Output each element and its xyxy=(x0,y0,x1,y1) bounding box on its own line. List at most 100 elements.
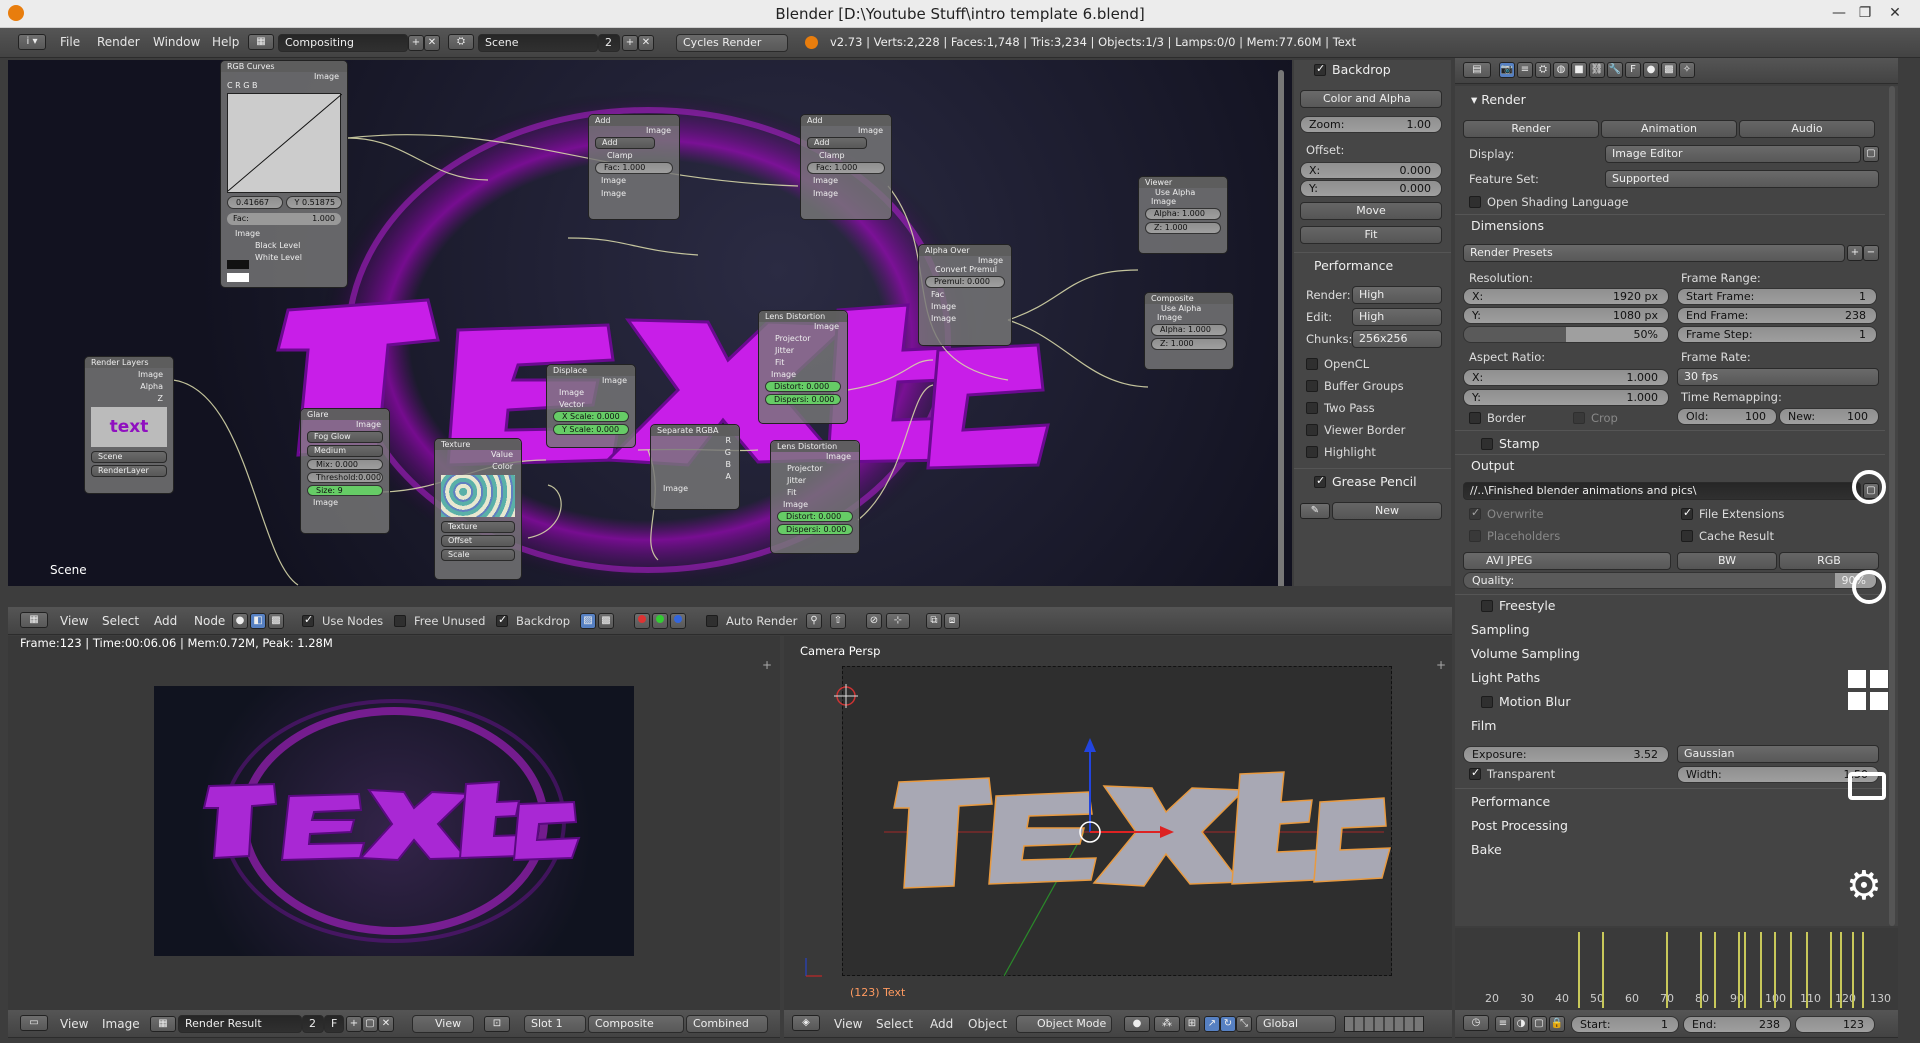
tab-scene-icon[interactable]: ⛭ xyxy=(1535,62,1551,78)
backdrop-channel-select[interactable]: Color and Alpha xyxy=(1300,90,1442,108)
viewport-menu-add[interactable]: Add xyxy=(930,1017,953,1031)
unlink-image-button[interactable]: ✕ xyxy=(378,1016,394,1032)
viewer-border-checkbox[interactable] xyxy=(1306,424,1318,436)
use-alpha-checkbox[interactable]: Use Alpha xyxy=(1145,304,1233,313)
tab-object-icon[interactable]: ■ xyxy=(1571,62,1587,78)
timeline-marker-icon[interactable]: ◑ xyxy=(1513,1016,1529,1032)
viewport-menu-view[interactable]: View xyxy=(834,1017,862,1031)
render-button[interactable]: Render xyxy=(1463,120,1599,138)
exposure-field[interactable]: Exposure: 3.52 xyxy=(1463,746,1669,763)
animation-button[interactable]: Animation xyxy=(1601,120,1737,138)
object-mode-select[interactable]: Object Mode xyxy=(1016,1015,1112,1033)
texture-select[interactable]: Texture xyxy=(441,521,515,533)
res-x-field[interactable]: X: 1920 px xyxy=(1463,288,1669,305)
post-processing-header[interactable]: Post Processing xyxy=(1471,818,1568,833)
shader-nodes-icon[interactable]: ● xyxy=(232,613,248,629)
stamp-header[interactable]: Stamp xyxy=(1499,436,1540,451)
timeline-end-field[interactable]: End: 238 xyxy=(1683,1016,1791,1033)
curve-graph[interactable] xyxy=(227,93,343,193)
settings-gear-icon[interactable]: ⚙ xyxy=(1846,866,1882,906)
backdrop-color-icon[interactable]: ▨ xyxy=(580,613,596,629)
node-lens-distortion-1[interactable]: Lens Distortion Image Projector Jitter F… xyxy=(758,310,848,424)
viewport-menu-object[interactable]: Object xyxy=(968,1017,1007,1031)
tab-layers-icon[interactable]: ≡ xyxy=(1517,62,1533,78)
output-path-field[interactable]: //..\Finished blender animations and pic… xyxy=(1463,482,1861,500)
tab-render-icon[interactable]: 📷 xyxy=(1499,62,1515,78)
editor-type-icon[interactable]: ▦ xyxy=(20,612,48,628)
remap-new-field[interactable]: New: 100 xyxy=(1779,408,1879,425)
add-scene-button[interactable]: + xyxy=(622,35,638,51)
rotate-icon[interactable]: ↻ xyxy=(1220,1016,1236,1032)
close-button[interactable]: ✕ xyxy=(1882,4,1908,22)
menu-render[interactable]: Render xyxy=(97,35,140,49)
channel-red-icon[interactable] xyxy=(634,613,650,629)
tab-data-icon[interactable]: F xyxy=(1625,62,1641,78)
transform-orientation-select[interactable]: Global xyxy=(1256,1015,1336,1033)
projector-checkbox[interactable]: Projector xyxy=(759,334,847,343)
scale-socket[interactable]: Scale xyxy=(441,549,515,561)
feature-set-select[interactable]: Supported xyxy=(1605,170,1879,188)
menu-window[interactable]: Window xyxy=(153,35,200,49)
tab-world-icon[interactable]: ◍ xyxy=(1553,62,1569,78)
compositing-nodes-icon[interactable]: ◧ xyxy=(250,613,266,629)
channel-green-icon[interactable] xyxy=(652,613,668,629)
clamp-checkbox[interactable]: Clamp xyxy=(801,151,891,160)
node-lens-distortion-2[interactable]: Lens Distortion Image Projector Jitter F… xyxy=(770,440,860,554)
image-view-select[interactable]: View xyxy=(412,1015,474,1033)
frame-rate-select[interactable]: 30 fps xyxy=(1677,368,1879,386)
perf-edit-select[interactable]: High xyxy=(1352,308,1442,326)
blend-mode-select[interactable]: Add xyxy=(595,137,655,149)
aspect-y-field[interactable]: Y: 1.000 xyxy=(1463,389,1669,406)
backdrop-alpha-icon[interactable]: ▩ xyxy=(598,613,614,629)
fac-field[interactable]: Fac: 1.000 xyxy=(595,162,673,174)
jitter-checkbox[interactable]: Jitter xyxy=(759,346,847,355)
film-header[interactable]: Film xyxy=(1471,718,1496,733)
node-glare[interactable]: Glare Image Fog Glow Medium Mix: 0.000 T… xyxy=(300,408,390,534)
image-menu-image[interactable]: Image xyxy=(102,1017,140,1031)
copy-nodes-icon[interactable]: ⧉ xyxy=(926,613,942,629)
offset-socket[interactable]: Offset xyxy=(441,535,515,547)
fit-checkbox[interactable]: Fit xyxy=(771,488,859,497)
blend-mode-select[interactable]: Add xyxy=(807,137,867,149)
image-browse-icon[interactable]: ▦ xyxy=(150,1016,176,1032)
tab-modifiers-icon[interactable]: 🔧 xyxy=(1607,62,1623,78)
backdrop-checkbox[interactable] xyxy=(496,613,508,627)
render-pass-select[interactable]: Combined xyxy=(686,1015,768,1033)
file-format-select[interactable]: AVI JPEG xyxy=(1463,552,1671,570)
distort-field[interactable]: Distort: 0.000 xyxy=(777,511,853,522)
channel-blue-icon[interactable] xyxy=(670,613,686,629)
devices-icon[interactable] xyxy=(1848,772,1886,800)
stamp-checkbox[interactable] xyxy=(1481,438,1493,450)
light-paths-header[interactable]: Light Paths xyxy=(1471,670,1540,685)
parent-icon[interactable]: ⇧ xyxy=(830,613,846,629)
fit-button[interactable]: Fit xyxy=(1300,226,1442,244)
move-button[interactable]: Move xyxy=(1300,202,1442,220)
manipulator-icon[interactable]: ⊞ xyxy=(1184,1016,1200,1032)
res-y-field[interactable]: Y: 1080 px xyxy=(1463,307,1669,324)
remap-old-field[interactable]: Old: 100 xyxy=(1677,408,1777,425)
alpha-field[interactable]: Alpha: 1.000 xyxy=(1145,208,1221,220)
cache-result-checkbox[interactable] xyxy=(1681,530,1693,542)
frame-step-field[interactable]: Frame Step: 1 xyxy=(1677,326,1877,343)
size-field[interactable]: Size: 9 xyxy=(307,485,383,496)
placeholders-checkbox[interactable] xyxy=(1469,530,1481,542)
curve-channel-buttons[interactable]: C R G B xyxy=(221,81,347,90)
windows-start-icon[interactable] xyxy=(1848,670,1888,710)
osl-checkbox[interactable] xyxy=(1469,196,1481,208)
tab-physics-icon[interactable]: ✧ xyxy=(1679,62,1695,78)
node-viewer[interactable]: Viewer Use Alpha Image Alpha: 1.000 Z: 1… xyxy=(1138,176,1228,254)
node-render-layers[interactable]: Render Layers Image Alpha Z text Scene R… xyxy=(84,356,174,494)
menu-help[interactable]: Help xyxy=(212,35,239,49)
glare-type-select[interactable]: Fog Glow xyxy=(307,431,383,443)
pivot-center-icon[interactable]: ⁂ xyxy=(1154,1016,1180,1032)
perf-chunks-select[interactable]: 256x256 xyxy=(1352,330,1442,348)
timeline-start-field[interactable]: Start: 1 xyxy=(1571,1016,1679,1033)
maximize-button[interactable]: ❐ xyxy=(1852,4,1878,22)
render-layer-select[interactable]: Composite xyxy=(588,1015,684,1033)
node-editor-backdrop[interactable]: Scene RGB Curves Image C R G B 0.41667 Y… xyxy=(8,60,1292,586)
sampling-header[interactable]: Sampling xyxy=(1471,622,1530,637)
display-icon[interactable]: ▢ xyxy=(1863,146,1879,162)
overwrite-checkbox[interactable] xyxy=(1469,506,1481,520)
distort-field[interactable]: Distort: 0.000 xyxy=(765,381,841,392)
border-checkbox[interactable] xyxy=(1469,412,1481,424)
